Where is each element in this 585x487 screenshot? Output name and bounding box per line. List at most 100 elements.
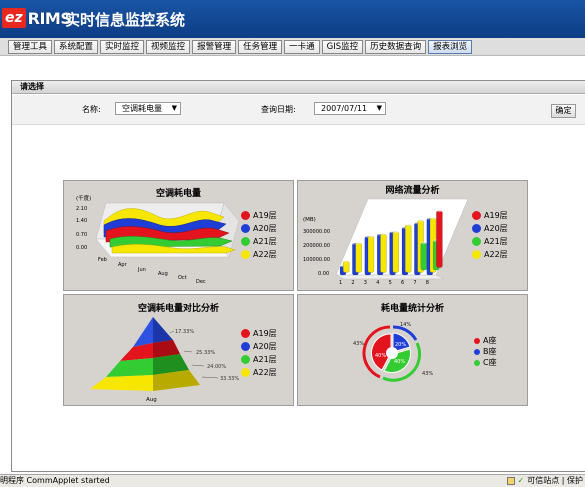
legend-item: A21层 <box>241 235 277 248</box>
x-tick: Dec <box>196 279 206 285</box>
date-select[interactable]: 2007/07/11 ▼ <box>314 102 386 115</box>
y-tick: 0.00 <box>76 245 87 251</box>
legend-swatch <box>241 329 250 338</box>
zone-text: 可信站点 | 保护 <box>527 476 583 485</box>
legend-label: A21层 <box>484 237 508 246</box>
y-axis-label: (千度) <box>76 194 91 202</box>
lock-icon <box>506 477 515 485</box>
bar-top-A22层-3 <box>368 234 374 238</box>
bar-A22层-1 <box>343 260 350 273</box>
legend-label: A20层 <box>253 224 277 233</box>
status-text: 明程序 CommApplet started <box>0 476 110 485</box>
x-tick: 4 <box>376 280 379 286</box>
status-right: ✓ 可信站点 | 保护 <box>506 475 585 487</box>
y-tick: 2.10 <box>76 206 87 212</box>
legend-item: A20层 <box>241 340 277 353</box>
legend-item: A20层 <box>472 222 508 235</box>
chart-legend: A19层 A20层 A21层 A22层 <box>472 209 508 261</box>
legend-swatch <box>474 337 480 344</box>
legend-swatch <box>241 368 250 377</box>
legend-item: A19层 <box>241 209 277 222</box>
outer-label: 43% <box>422 371 433 377</box>
x-tick: Aug <box>158 271 168 277</box>
legend-label: C座 <box>483 358 497 367</box>
x-tick: 8 <box>426 280 429 286</box>
bar-A21层-7 <box>420 242 428 271</box>
pyramid-layer-blue-side <box>153 317 173 343</box>
menu-item-alarm-management[interactable]: 报警管理 <box>192 39 237 54</box>
legend-item: A22层 <box>472 248 508 261</box>
x-tick: Feb <box>98 257 107 263</box>
data-label: 24.00% <box>207 364 226 370</box>
legend-swatch <box>241 237 250 246</box>
filter-row: 名称: 空调耗电量 ▼ 查询日期: 2007/07/11 ▼ 确定 <box>12 95 585 125</box>
data-label: 25.33% <box>196 350 215 356</box>
legend-swatch <box>241 355 250 364</box>
date-label: 查询日期: <box>261 105 296 114</box>
bar-A22层-2 <box>355 242 362 273</box>
x-tick: 3 <box>364 280 367 286</box>
x-tick: 2 <box>351 280 354 286</box>
bar-top-A22层-7 <box>417 218 424 222</box>
legend-label: A21层 <box>253 237 277 246</box>
legend-swatch <box>474 359 480 366</box>
data-label: 33.33% <box>220 376 239 382</box>
app-logo: ez RIMS <box>2 7 72 29</box>
y-tick: 200000.00 <box>303 243 330 249</box>
legend-label: A19层 <box>253 329 277 338</box>
menu-item-realtime-monitor[interactable]: 实时监控 <box>100 39 145 54</box>
y-tick-labels: 300000.00 200000.00 100000.00 0.00 <box>303 229 330 277</box>
outer-label: 14% <box>400 322 411 328</box>
x-tick-labels: 1 2 3 4 5 6 7 8 <box>339 280 429 286</box>
legend-item: A20层 <box>241 222 277 235</box>
legend-item: A21层 <box>472 235 508 248</box>
menu-item-system-config[interactable]: 系统配置 <box>54 39 99 54</box>
x-tick: 6 <box>401 280 404 286</box>
chart-panel-ac-comparison: 空调耗电量对比分析 17.33% 25.33% 24.00% 33.33% Au… <box>63 294 294 406</box>
legend-label: A22层 <box>484 250 508 259</box>
legend-label: A22层 <box>253 368 277 377</box>
legend-swatch <box>241 211 250 220</box>
legend-item: A21层 <box>241 353 277 366</box>
bar-top-A22层-8 <box>430 216 436 220</box>
legend-item: A22层 <box>241 248 277 261</box>
legend-item: A19层 <box>241 327 277 340</box>
chart-legend: A19层 A20层 A21层 A22层 <box>241 327 277 379</box>
bar-A22层-6 <box>404 224 412 273</box>
bar-top-A19层-8 <box>436 209 443 213</box>
inner-label: 40% <box>375 353 386 359</box>
legend-label: B座 <box>483 347 497 356</box>
menu-item-gis-monitor[interactable]: GIS监控 <box>321 39 364 54</box>
legend-label: A20层 <box>253 342 277 351</box>
legend-label: A20层 <box>484 224 508 233</box>
menu-item-video-monitor[interactable]: 视频监控 <box>146 39 191 54</box>
bar-A22层-4 <box>380 233 387 273</box>
chart-panel-network-traffic: 网络流量分析 (MB) 300000.00 200000.00 100000.0… <box>297 180 528 291</box>
y-tick: 0.70 <box>76 232 87 238</box>
legend-swatch <box>472 211 481 220</box>
menu-item-history-query[interactable]: 历史数据查询 <box>365 39 427 54</box>
legend-item: B座 <box>474 346 497 357</box>
check-icon: ✓ <box>517 476 525 485</box>
name-select[interactable]: 空调耗电量 ▼ <box>115 102 181 115</box>
confirm-button[interactable]: 确定 <box>551 104 576 118</box>
bar-top-A22层-2 <box>355 241 362 245</box>
bar-A22层-5 <box>392 231 400 273</box>
legend-swatch <box>241 250 250 259</box>
x-axis-label: Aug <box>146 397 157 403</box>
legend-item: A座 <box>474 335 497 346</box>
y-tick: 100000.00 <box>303 257 330 263</box>
app-header: ez RIMS 实时信息监控系统 <box>0 0 585 38</box>
menu-item-report-browse[interactable]: 报表浏览 <box>428 39 473 54</box>
x-tick: 5 <box>389 280 392 286</box>
menu-item-card-system[interactable]: 一卡通 <box>284 39 320 54</box>
chart-legend: A19层 A20层 A21层 A22层 <box>241 209 277 261</box>
bar-top-A22层-4 <box>380 232 387 236</box>
menu-item-task-management[interactable]: 任务管理 <box>238 39 283 54</box>
legend-swatch <box>241 342 250 351</box>
bar-top-A22层-1 <box>343 259 350 263</box>
legend-swatch <box>472 224 481 233</box>
legend-label: A19层 <box>484 211 508 220</box>
menu-item-management-tools[interactable]: 管理工具 <box>8 39 53 54</box>
y-tick-labels: 2.10 1.40 0.70 0.00 <box>76 206 87 251</box>
